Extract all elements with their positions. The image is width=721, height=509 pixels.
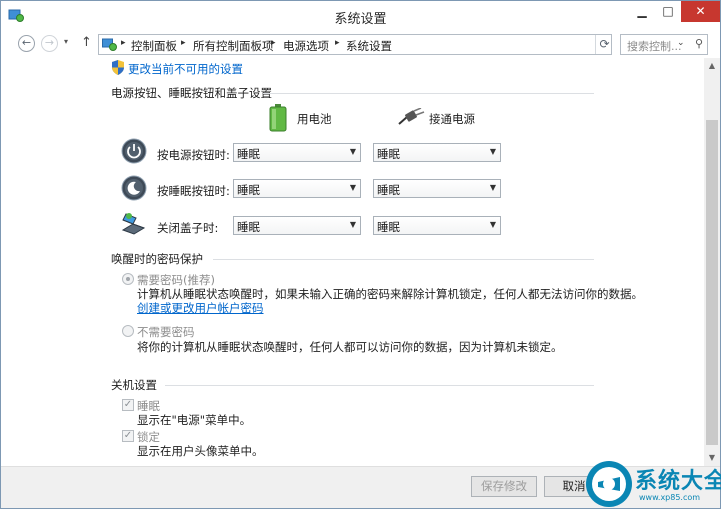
chevron-down-icon: ▼ xyxy=(489,183,496,192)
uac-shield-icon xyxy=(112,60,124,75)
section-divider xyxy=(165,385,594,386)
back-button[interactable]: ← xyxy=(18,35,35,52)
change-password-link[interactable]: 创建或更改用户帐户密码 xyxy=(137,300,264,316)
scrollbar-thumb[interactable] xyxy=(706,120,718,445)
shutdown-section-title: 关机设置 xyxy=(111,378,157,392)
select-value: 睡眠 xyxy=(377,220,400,234)
breadcrumb-separator: ▸ xyxy=(335,38,340,48)
no-password-label: 不需要密码 xyxy=(137,325,195,339)
chevron-down-icon: ▼ xyxy=(349,183,356,192)
navigation-bar: ← → ▾ ↑ ▸ 控制面板 ▸ 所有控制面板项 ▸ 电源选项 ▸ 系统设置 ⌄… xyxy=(1,32,720,58)
breadcrumb-system-settings[interactable]: 系统设置 xyxy=(346,38,392,54)
change-unavailable-settings-label: 更改当前不可用的设置 xyxy=(128,62,243,76)
section-divider xyxy=(213,259,594,260)
watermark-url: www.xp85.com xyxy=(639,493,701,502)
power-button-battery-select[interactable]: 睡眠 ▼ xyxy=(233,143,361,162)
sleep-button-plugged-select[interactable]: 睡眠 ▼ xyxy=(373,179,501,198)
save-changes-button[interactable]: 保存修改 xyxy=(471,476,537,497)
search-placeholder: 搜索控制... xyxy=(627,40,682,53)
power-buttons-section-title: 电源按钮、睡眠按钮和盖子设置 xyxy=(111,86,272,100)
minimize-button[interactable]: ▁ xyxy=(629,1,655,22)
window: 系统设置 ▁ □ ✕ ← → ▾ ↑ ▸ 控制面板 ▸ 所有控制面板项 ▸ 电源… xyxy=(0,0,721,509)
sleep-button-label: 按睡眠按钮时: xyxy=(157,184,230,198)
chevron-down-icon: ▼ xyxy=(349,147,356,156)
breadcrumb-control-panel[interactable]: 控制面板 xyxy=(131,38,177,54)
select-value: 睡眠 xyxy=(237,147,260,161)
sleep-checkbox[interactable]: ✓ xyxy=(122,399,134,411)
section-divider xyxy=(263,93,594,94)
select-value: 睡眠 xyxy=(377,147,400,161)
watermark-text: 系统大全 xyxy=(635,469,721,494)
chevron-down-icon: ▼ xyxy=(349,220,356,229)
close-button[interactable]: ✕ xyxy=(681,1,720,22)
breadcrumb-all-items[interactable]: 所有控制面板项 xyxy=(193,38,274,54)
no-password-radio[interactable] xyxy=(122,325,134,337)
sleep-button-battery-select[interactable]: 睡眠 ▼ xyxy=(233,179,361,198)
title-bar: 系统设置 ▁ □ ✕ xyxy=(1,1,720,32)
wake-password-section-title: 唤醒时的密码保护 xyxy=(111,252,203,266)
power-button-icon xyxy=(121,138,147,164)
no-password-description: 将你的计算机从睡眠状态唤醒时，任何人都可以访问你的数据，因为计算机未锁定。 xyxy=(137,340,563,354)
sleep-option-description: 显示在"电源"菜单中。 xyxy=(137,413,252,427)
sleep-button-icon xyxy=(121,175,147,201)
power-button-label: 按电源按钮时: xyxy=(157,148,230,162)
select-value: 睡眠 xyxy=(377,183,400,197)
chevron-down-icon: ▼ xyxy=(489,220,496,229)
battery-column-header: 用电池 xyxy=(297,112,332,126)
require-password-radio[interactable] xyxy=(122,273,134,285)
search-icon[interactable]: ⚲ xyxy=(695,37,703,50)
breadcrumb-separator: ▸ xyxy=(271,38,276,48)
control-panel-icon xyxy=(102,38,117,51)
select-value: 睡眠 xyxy=(237,220,260,234)
up-button[interactable]: ↑ xyxy=(81,35,92,50)
main-content: 更改当前不可用的设置 电源按钮、睡眠按钮和盖子设置 用电池 接通电源 按电源按钮… xyxy=(1,58,704,466)
recent-pages-dropdown[interactable]: ▾ xyxy=(64,37,68,46)
vertical-scrollbar[interactable]: ▲ ▼ xyxy=(704,58,720,466)
power-button-plugged-select[interactable]: 睡眠 ▼ xyxy=(373,143,501,162)
power-plug-icon xyxy=(398,108,425,125)
forward-button[interactable]: → xyxy=(41,35,58,52)
breadcrumb-separator: ▸ xyxy=(121,38,126,48)
close-lid-battery-select[interactable]: 睡眠 ▼ xyxy=(233,216,361,235)
close-lid-label: 关闭盖子时: xyxy=(157,221,219,235)
scroll-up-icon[interactable]: ▲ xyxy=(704,58,720,74)
battery-icon xyxy=(269,104,287,132)
address-bar[interactable]: ▸ 控制面板 ▸ 所有控制面板项 ▸ 电源选项 ▸ 系统设置 ⌄ xyxy=(98,34,685,55)
maximize-button[interactable]: □ xyxy=(655,1,681,22)
chevron-down-icon: ▼ xyxy=(489,147,496,156)
window-title: 系统设置 xyxy=(334,12,387,27)
search-box[interactable]: 搜索控制... ⚲ xyxy=(620,34,708,55)
lock-checkbox[interactable]: ✓ xyxy=(122,430,134,442)
laptop-lid-icon xyxy=(121,213,146,235)
refresh-button[interactable]: ⟳ xyxy=(595,35,613,54)
lock-option-description: 显示在用户头像菜单中。 xyxy=(137,444,264,458)
watermark-logo-icon xyxy=(586,461,632,507)
select-value: 睡眠 xyxy=(237,183,260,197)
plugged-in-column-header: 接通电源 xyxy=(429,112,475,126)
breadcrumb-power-options[interactable]: 电源选项 xyxy=(283,38,329,54)
close-lid-plugged-select[interactable]: 睡眠 ▼ xyxy=(373,216,501,235)
breadcrumb-separator: ▸ xyxy=(181,38,186,48)
